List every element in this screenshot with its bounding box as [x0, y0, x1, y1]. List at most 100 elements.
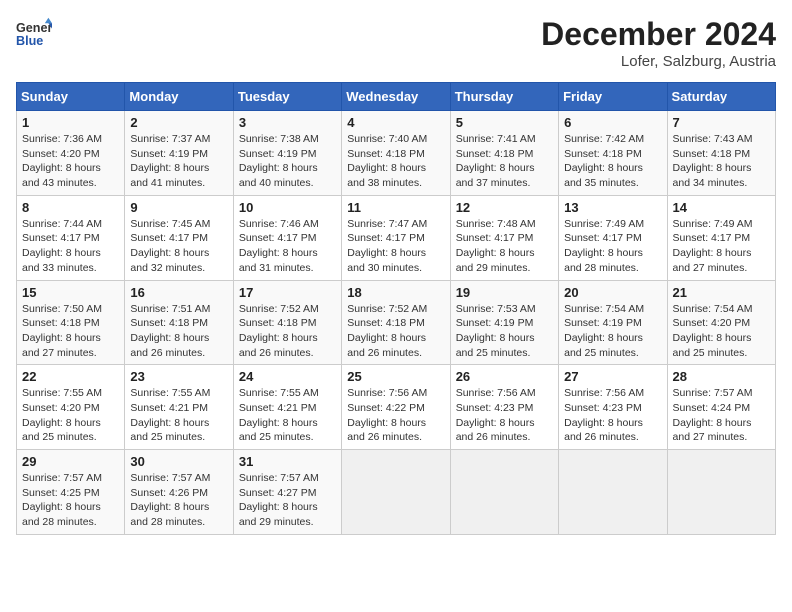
col-sunday: Sunday: [17, 83, 125, 111]
day-number: 15: [22, 285, 119, 300]
calendar-week-3: 15 Sunrise: 7:50 AMSunset: 4:18 PMDayligh…: [17, 280, 776, 365]
calendar-cell: 9 Sunrise: 7:45 AMSunset: 4:17 PMDaylight…: [125, 195, 233, 280]
day-detail: Sunrise: 7:57 AMSunset: 4:26 PMDaylight:…: [130, 472, 210, 528]
day-detail: Sunrise: 7:52 AMSunset: 4:18 PMDaylight:…: [239, 303, 319, 359]
col-tuesday: Tuesday: [233, 83, 341, 111]
calendar-cell: 14Sunrise: 7:49 AMSunset: 4:17 PMDayligh…: [667, 195, 775, 280]
calendar-cell: 7Sunrise: 7:43 AMSunset: 4:18 PMDaylight…: [667, 111, 775, 196]
day-detail: Sunrise: 7:40 AMSunset: 4:18 PMDaylight:…: [347, 133, 427, 189]
day-headers-row: Sunday Monday Tuesday Wednesday Thursday…: [17, 83, 776, 111]
day-detail: Sunrise: 7:49 AMSunset: 4:17 PMDaylight:…: [564, 218, 644, 274]
calendar-cell: 21 Sunrise: 7:54 AMSunset: 4:20 PMDayligh…: [667, 280, 775, 365]
calendar-cell: 11 Sunrise: 7:47 AMSunset: 4:17 PMDayligh…: [342, 195, 450, 280]
calendar-cell: 26 Sunrise: 7:56 AMSunset: 4:23 PMDayligh…: [450, 365, 558, 450]
col-monday: Monday: [125, 83, 233, 111]
calendar-cell: [559, 450, 667, 535]
day-number: 10: [239, 200, 336, 215]
calendar-cell: [450, 450, 558, 535]
calendar-cell: 8 Sunrise: 7:44 AMSunset: 4:17 PMDaylight…: [17, 195, 125, 280]
day-number: 29: [22, 454, 119, 469]
day-detail: Sunrise: 7:57 AMSunset: 4:25 PMDaylight:…: [22, 472, 102, 528]
day-detail: Sunrise: 7:56 AMSunset: 4:23 PMDaylight:…: [564, 387, 644, 443]
calendar-cell: 1 Sunrise: 7:36 AMSunset: 4:20 PMDaylight…: [17, 111, 125, 196]
calendar-cell: 2 Sunrise: 7:37 AMSunset: 4:19 PMDaylight…: [125, 111, 233, 196]
day-number: 16: [130, 285, 227, 300]
calendar-cell: 13Sunrise: 7:49 AMSunset: 4:17 PMDayligh…: [559, 195, 667, 280]
title-block: December 2024 Lofer, Salzburg, Austria: [541, 16, 776, 70]
day-detail: Sunrise: 7:57 AMSunset: 4:24 PMDaylight:…: [673, 387, 753, 443]
calendar-cell: 22Sunrise: 7:55 AMSunset: 4:20 PMDayligh…: [17, 365, 125, 450]
calendar-week-2: 8 Sunrise: 7:44 AMSunset: 4:17 PMDaylight…: [17, 195, 776, 280]
day-number: 9: [130, 200, 227, 215]
day-number: 18: [347, 285, 444, 300]
calendar-cell: 23Sunrise: 7:55 AMSunset: 4:21 PMDayligh…: [125, 365, 233, 450]
day-number: 20: [564, 285, 661, 300]
day-detail: Sunrise: 7:37 AMSunset: 4:19 PMDaylight:…: [130, 133, 210, 189]
day-number: 26: [456, 369, 553, 384]
day-number: 11: [347, 200, 444, 215]
calendar-cell: 10 Sunrise: 7:46 AMSunset: 4:17 PMDayligh…: [233, 195, 341, 280]
calendar-cell: 30 Sunrise: 7:57 AMSunset: 4:26 PMDayligh…: [125, 450, 233, 535]
day-number: 27: [564, 369, 661, 384]
day-number: 6: [564, 115, 661, 130]
day-detail: Sunrise: 7:44 AMSunset: 4:17 PMDaylight:…: [22, 218, 102, 274]
calendar-cell: 4Sunrise: 7:40 AMSunset: 4:18 PMDaylight…: [342, 111, 450, 196]
calendar-week-1: 1 Sunrise: 7:36 AMSunset: 4:20 PMDaylight…: [17, 111, 776, 196]
day-detail: Sunrise: 7:55 AMSunset: 4:21 PMDaylight:…: [130, 387, 210, 443]
day-detail: Sunrise: 7:42 AMSunset: 4:18 PMDaylight:…: [564, 133, 644, 189]
day-detail: Sunrise: 7:45 AMSunset: 4:17 PMDaylight:…: [130, 218, 210, 274]
day-detail: Sunrise: 7:41 AMSunset: 4:18 PMDaylight:…: [456, 133, 536, 189]
col-friday: Friday: [559, 83, 667, 111]
day-detail: Sunrise: 7:36 AMSunset: 4:20 PMDaylight:…: [22, 133, 102, 189]
day-number: 2: [130, 115, 227, 130]
calendar-cell: 24 Sunrise: 7:55 AMSunset: 4:21 PMDayligh…: [233, 365, 341, 450]
calendar-cell: 12 Sunrise: 7:48 AMSunset: 4:17 PMDayligh…: [450, 195, 558, 280]
day-number: 14: [673, 200, 770, 215]
calendar-week-4: 22Sunrise: 7:55 AMSunset: 4:20 PMDayligh…: [17, 365, 776, 450]
calendar-week-5: 29 Sunrise: 7:57 AMSunset: 4:25 PMDayligh…: [17, 450, 776, 535]
day-number: 25: [347, 369, 444, 384]
day-number: 17: [239, 285, 336, 300]
day-number: 1: [22, 115, 119, 130]
calendar-cell: [667, 450, 775, 535]
day-number: 28: [673, 369, 770, 384]
day-number: 19: [456, 285, 553, 300]
logo: General Blue: [16, 16, 52, 52]
day-detail: Sunrise: 7:48 AMSunset: 4:17 PMDaylight:…: [456, 218, 536, 274]
day-number: 12: [456, 200, 553, 215]
col-thursday: Thursday: [450, 83, 558, 111]
calendar-cell: 16 Sunrise: 7:51 AMSunset: 4:18 PMDayligh…: [125, 280, 233, 365]
day-number: 30: [130, 454, 227, 469]
calendar-cell: 19Sunrise: 7:53 AMSunset: 4:19 PMDayligh…: [450, 280, 558, 365]
day-detail: Sunrise: 7:56 AMSunset: 4:22 PMDaylight:…: [347, 387, 427, 443]
day-number: 3: [239, 115, 336, 130]
calendar-cell: 18 Sunrise: 7:52 AMSunset: 4:18 PMDayligh…: [342, 280, 450, 365]
col-saturday: Saturday: [667, 83, 775, 111]
day-number: 21: [673, 285, 770, 300]
calendar-cell: 29 Sunrise: 7:57 AMSunset: 4:25 PMDayligh…: [17, 450, 125, 535]
day-detail: Sunrise: 7:38 AMSunset: 4:19 PMDaylight:…: [239, 133, 319, 189]
day-number: 5: [456, 115, 553, 130]
day-number: 7: [673, 115, 770, 130]
location: Lofer, Salzburg, Austria: [541, 53, 776, 70]
day-number: 8: [22, 200, 119, 215]
day-number: 31: [239, 454, 336, 469]
calendar-cell: 27 Sunrise: 7:56 AMSunset: 4:23 PMDayligh…: [559, 365, 667, 450]
day-number: 24: [239, 369, 336, 384]
day-detail: Sunrise: 7:51 AMSunset: 4:18 PMDaylight:…: [130, 303, 210, 359]
day-detail: Sunrise: 7:50 AMSunset: 4:18 PMDaylight:…: [22, 303, 102, 359]
day-detail: Sunrise: 7:54 AMSunset: 4:20 PMDaylight:…: [673, 303, 753, 359]
day-detail: Sunrise: 7:56 AMSunset: 4:23 PMDaylight:…: [456, 387, 536, 443]
calendar-cell: 31Sunrise: 7:57 AMSunset: 4:27 PMDayligh…: [233, 450, 341, 535]
day-detail: Sunrise: 7:52 AMSunset: 4:18 PMDaylight:…: [347, 303, 427, 359]
day-detail: Sunrise: 7:47 AMSunset: 4:17 PMDaylight:…: [347, 218, 427, 274]
day-detail: Sunrise: 7:46 AMSunset: 4:17 PMDaylight:…: [239, 218, 319, 274]
calendar-cell: 20Sunrise: 7:54 AMSunset: 4:19 PMDayligh…: [559, 280, 667, 365]
month-title: December 2024: [541, 16, 776, 53]
day-number: 22: [22, 369, 119, 384]
svg-text:Blue: Blue: [16, 34, 43, 48]
calendar-cell: 25 Sunrise: 7:56 AMSunset: 4:22 PMDayligh…: [342, 365, 450, 450]
day-detail: Sunrise: 7:55 AMSunset: 4:21 PMDaylight:…: [239, 387, 319, 443]
calendar-table: Sunday Monday Tuesday Wednesday Thursday…: [16, 82, 776, 535]
page-header: General Blue December 2024 Lofer, Salzbu…: [16, 16, 776, 70]
